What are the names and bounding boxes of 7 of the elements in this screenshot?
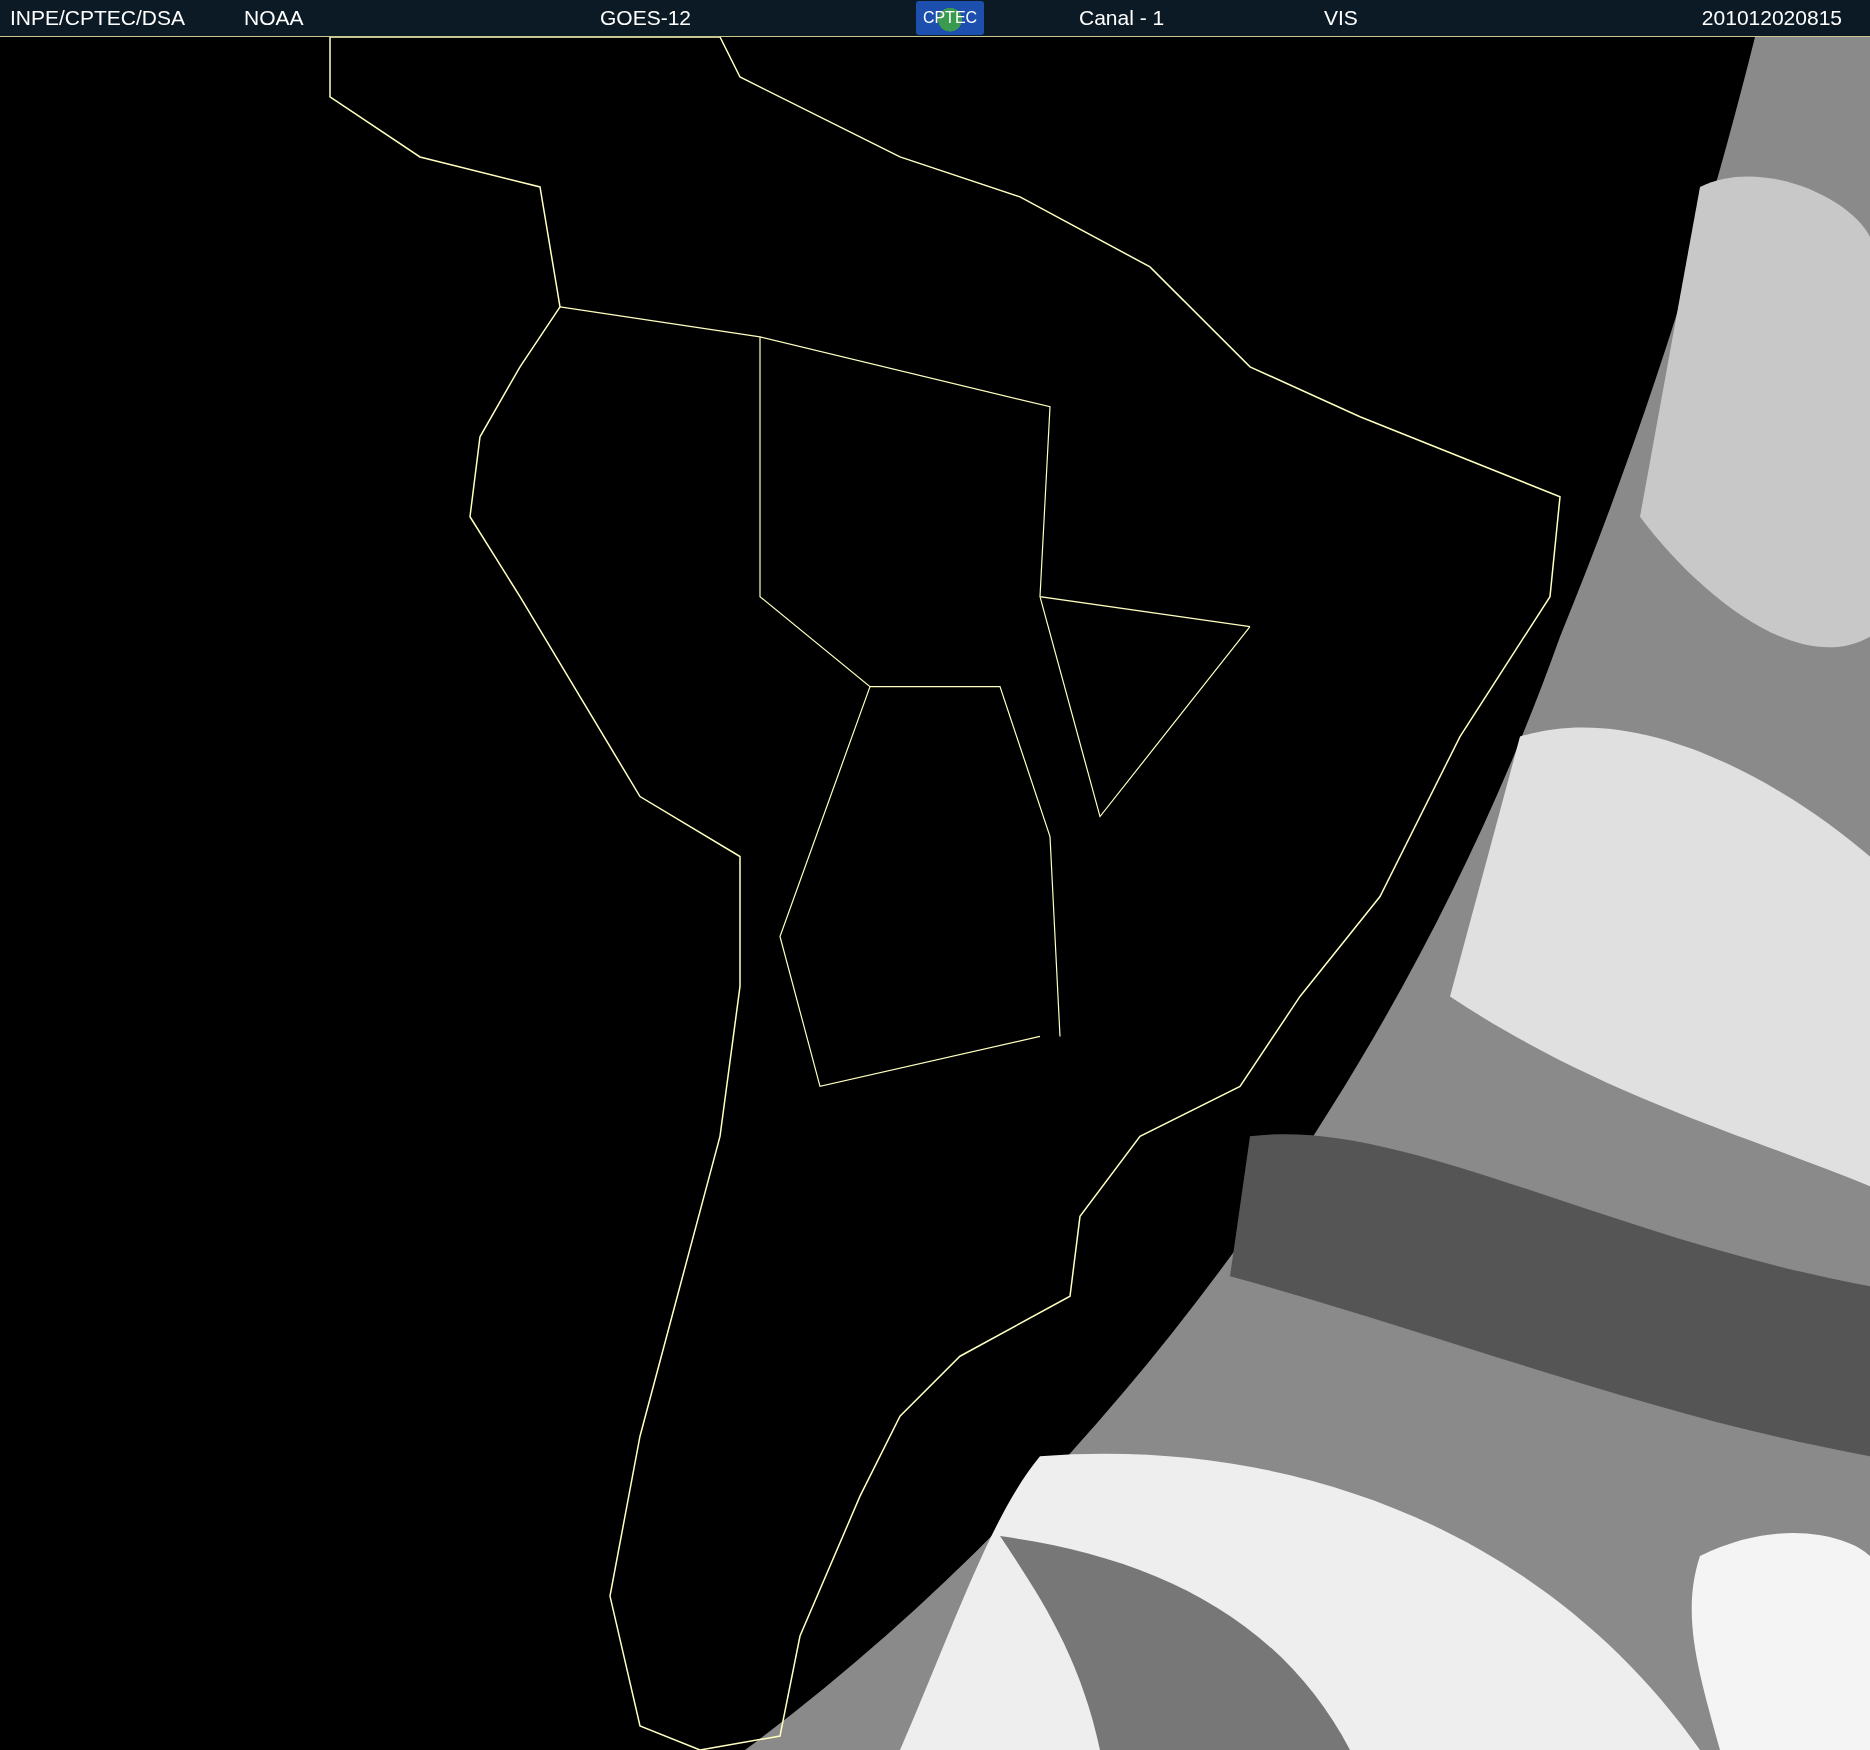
- header-label: VIS: [1324, 6, 1358, 30]
- logo: CPTEC: [916, 1, 984, 35]
- header-label: Canal - 1: [1079, 6, 1165, 30]
- header-label: NOAA: [244, 6, 304, 30]
- header-label: 201012020815: [1701, 6, 1842, 30]
- header-label: GOES-12: [600, 6, 692, 30]
- header-label: INPE/CPTEC/DSA: [10, 6, 186, 30]
